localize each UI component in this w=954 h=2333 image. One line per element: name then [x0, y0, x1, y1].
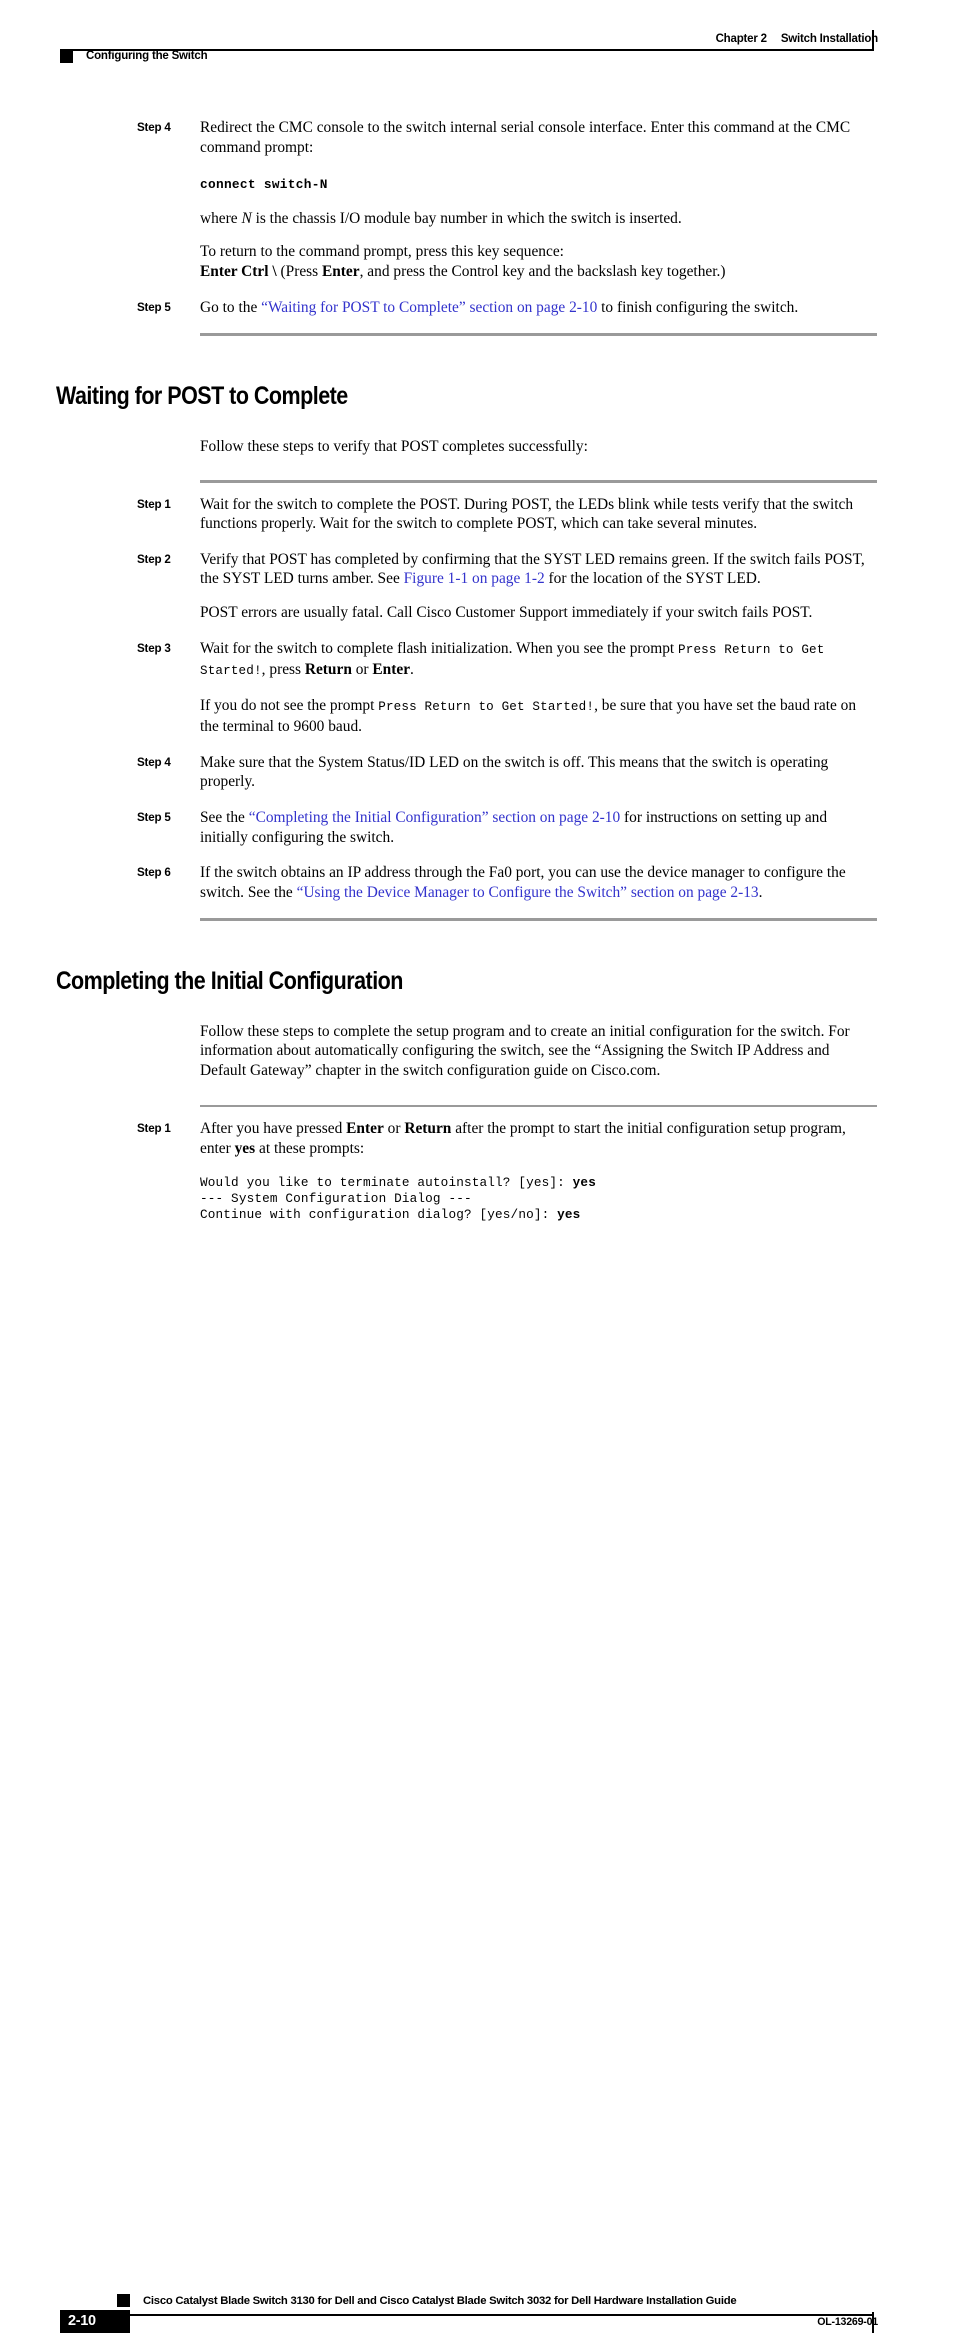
- emphasis-strong: Enter: [321, 262, 360, 280]
- page-footer: Cisco Catalyst Blade Switch 3130 for Del…: [0, 1140, 954, 2333]
- section-intro: Follow these steps to verify that POST c…: [200, 437, 588, 455]
- step-body: Make sure that the System Status/ID LED …: [200, 753, 877, 792]
- step-group: Step 4 Redirect the CMC console to the sw…: [0, 118, 954, 336]
- paragraph: To return to the command prompt, press t…: [200, 242, 877, 281]
- step-label: Step 4: [137, 755, 171, 769]
- section-top-rule: [200, 480, 877, 483]
- step-label: Step 5: [137, 300, 171, 314]
- text-run: (Press: [276, 262, 322, 280]
- paragraph: Wait for the switch to complete the POST…: [200, 495, 877, 534]
- step-body: If the switch obtains an IP address thro…: [200, 863, 877, 902]
- step-body: Wait for the switch to complete the POST…: [200, 495, 877, 534]
- text-run: See the: [200, 809, 249, 827]
- step-body: Wait for the switch to complete flash in…: [200, 639, 877, 737]
- step-row: Step 4 Redirect the CMC console to the sw…: [0, 118, 954, 282]
- text-run: or: [383, 1120, 405, 1137]
- emphasis-italic: N: [241, 209, 252, 227]
- step-row: Step 2 Verify that POST has completed by …: [0, 550, 954, 623]
- text-run: Wait for the switch to complete the POST…: [200, 495, 854, 533]
- text-run: Go to the: [200, 298, 262, 316]
- text-run: is the chassis I/O module bay number in …: [251, 209, 682, 227]
- step-group-bottom-rule: [200, 333, 877, 336]
- emphasis-strong: Enter: [346, 1120, 384, 1137]
- text-run: .: [758, 883, 763, 901]
- text-run: for the location of the SYST LED.: [544, 570, 761, 588]
- cross-reference-link[interactable]: “Using the Device Manager to Configure t…: [297, 884, 759, 901]
- text-run: , and press the Control key and the back…: [359, 262, 726, 280]
- emphasis-strong: Enter: [372, 661, 411, 679]
- paragraph: POST errors are usually fatal. Call Cisc…: [200, 603, 877, 623]
- inline-code: Press Return to Get Started!: [378, 699, 595, 714]
- step-row: Step 5 See the “Completing the Initial Co…: [0, 808, 954, 847]
- page-content: Step 4 Redirect the CMC console to the sw…: [0, 0, 954, 1223]
- step-label: Step 1: [137, 497, 171, 511]
- step-label: Step 2: [137, 552, 171, 566]
- text-run: POST errors are usually fatal. Call Cisc…: [200, 603, 813, 621]
- text-run: to finish configuring the switch.: [597, 298, 799, 316]
- paragraph: Wait for the switch to complete flash in…: [200, 639, 877, 682]
- footer-guide-title: Cisco Catalyst Blade Switch 3130 for Del…: [143, 2295, 737, 2307]
- step-row: Step 1 Wait for the switch to complete th…: [0, 495, 954, 534]
- section-bottom-rule: [200, 918, 877, 921]
- text-run: Make sure that the System Status/ID LED …: [200, 753, 829, 791]
- text-run: Wait for the switch to complete flash in…: [200, 639, 679, 657]
- step-row: Step 6 If the switch obtains an IP addres…: [0, 863, 954, 902]
- text-run: , press: [261, 661, 305, 679]
- emphasis-strong: Enter Ctrl \: [200, 262, 277, 280]
- paragraph: Go to the “Waiting for POST to Complete”…: [200, 298, 877, 318]
- section-intro: Follow these steps to complete the setup…: [200, 1022, 850, 1080]
- paragraph: Redirect the CMC console to the switch i…: [200, 118, 877, 157]
- step-body: Redirect the CMC console to the switch i…: [200, 118, 877, 282]
- footer-rule: [60, 2314, 874, 2316]
- footer-edge-tick: [872, 2312, 875, 2333]
- text-run: To return to the command prompt, press t…: [200, 243, 564, 261]
- paragraph: Verify that POST has completed by confir…: [200, 550, 877, 589]
- text-run: If you do not see the prompt: [200, 696, 379, 714]
- emphasis-strong: Return: [304, 661, 352, 679]
- step-label: Step 6: [137, 866, 171, 880]
- step-body: Verify that POST has completed by confir…: [200, 550, 877, 623]
- text-run: where: [200, 209, 242, 227]
- step-row: Step 3 Wait for the switch to complete fl…: [0, 639, 954, 737]
- cross-reference-link[interactable]: “Completing the Initial Configuration” s…: [249, 809, 620, 826]
- footer-page-number: 2-10: [68, 2313, 96, 2329]
- step-body: See the “Completing the Initial Configur…: [200, 808, 877, 847]
- paragraph: Make sure that the System Status/ID LED …: [200, 753, 877, 792]
- paragraph: See the “Completing the Initial Configur…: [200, 808, 877, 847]
- text-run: Redirect the CMC console to the switch i…: [200, 119, 851, 156]
- command-line: connect switch-N: [200, 177, 328, 193]
- text-run: or: [351, 661, 373, 679]
- cross-reference-link[interactable]: “Waiting for POST to Complete” section o…: [261, 299, 597, 316]
- step-row: Step 5 Go to the “Waiting for POST to Com…: [0, 298, 954, 318]
- step-label: Step 4: [137, 121, 171, 134]
- text-run: After you have pressed: [200, 1120, 347, 1137]
- step-label: Step 5: [137, 811, 171, 825]
- cross-reference-link[interactable]: Figure 1-1 on page 1-2: [404, 570, 545, 587]
- step-row: Step 4 Make sure that the System Status/I…: [0, 753, 954, 792]
- paragraph: If the switch obtains an IP address thro…: [200, 863, 877, 902]
- emphasis-strong: Return: [404, 1120, 452, 1137]
- section-heading: Completing the Initial Configuration: [56, 966, 403, 995]
- section-top-rule: [200, 1104, 877, 1107]
- text-run: .: [410, 661, 414, 679]
- step-label: Step 1: [137, 1122, 171, 1135]
- paragraph: If you do not see the prompt Press Retur…: [200, 696, 877, 737]
- step-label: Step 3: [137, 641, 171, 655]
- step-body: Go to the “Waiting for POST to Complete”…: [200, 298, 877, 318]
- footer-bullet-square-icon: [117, 2294, 130, 2307]
- section-waiting-for-post: Waiting for POST to Complete Follow these…: [0, 382, 954, 921]
- footer-document-id: OL-13269-01: [817, 2316, 878, 2328]
- section-heading: Waiting for POST to Complete: [56, 381, 348, 410]
- paragraph: where N is the chassis I/O module bay nu…: [200, 209, 877, 229]
